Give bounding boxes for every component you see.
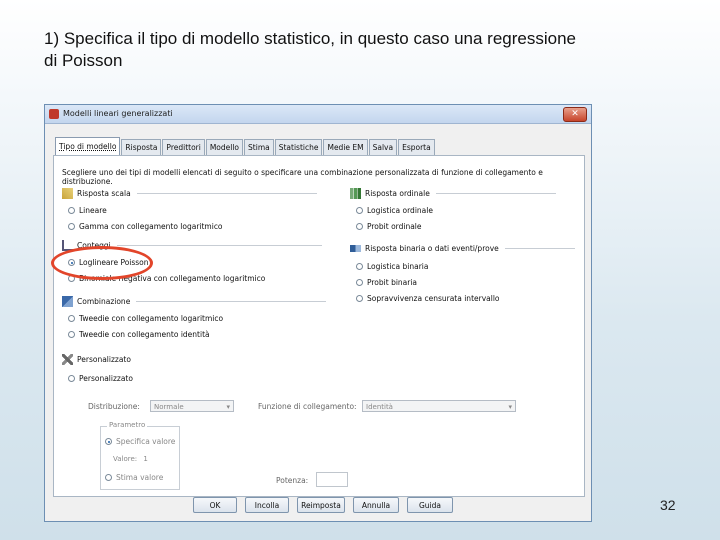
distribuzione-value: Normale <box>154 403 184 411</box>
tab-predittori[interactable]: Predittori <box>162 139 205 156</box>
radio-button[interactable] <box>356 207 363 214</box>
valore-row: Valore: 1 <box>113 455 148 463</box>
poisson-highlight-circle <box>51 246 153 280</box>
distribuzione-select[interactable]: Normale ▾ <box>150 400 234 412</box>
tab-esporta[interactable]: Esporta <box>398 139 435 156</box>
radio-label: Sopravvivenza censurata intervallo <box>367 294 500 303</box>
radio-button[interactable] <box>68 223 75 230</box>
radio-label: Probit ordinale <box>367 222 422 231</box>
intro-text: Scegliere uno dei tipi di modelli elenca… <box>62 168 543 186</box>
radio-label: Probit binaria <box>367 278 418 287</box>
slide-title: 1) Specifica il tipo di modello statisti… <box>44 28 684 72</box>
divider <box>435 193 556 194</box>
dialog-buttons: OK Incolla Reimposta Annulla Guida <box>193 497 461 513</box>
section-personalizzato: Personalizzato <box>62 354 131 365</box>
section-title: Personalizzato <box>77 355 131 364</box>
radio-button[interactable] <box>356 279 363 286</box>
radio-label: Tweedie con collegamento logaritmico <box>79 314 224 323</box>
radio-label: Logistica ordinale <box>367 206 433 215</box>
tab-risposta[interactable]: Risposta <box>121 139 162 156</box>
section-title: Combinazione <box>77 297 131 306</box>
potenza-label: Potenza: <box>276 476 309 485</box>
funzione-value: Identità <box>366 403 393 411</box>
radio-stima-valore[interactable]: Stima valore <box>105 473 163 482</box>
binary-icon <box>350 245 361 252</box>
tab-panel: Scegliere uno dei tipi di modelli elenca… <box>53 155 585 497</box>
radio-button[interactable] <box>356 263 363 270</box>
section-title: Risposta ordinale <box>365 189 430 198</box>
ordinal-chart-icon <box>350 188 361 199</box>
ok-button[interactable]: OK <box>193 497 237 513</box>
radio-button[interactable] <box>356 295 363 302</box>
radio-tweedie-identita[interactable]: Tweedie con collegamento identità <box>68 330 210 339</box>
section-risposta-ordinale: Risposta ordinale <box>350 188 556 199</box>
divider <box>116 245 322 246</box>
radio-personalizzato[interactable]: Personalizzato <box>68 374 133 383</box>
radio-probit-ordinale[interactable]: Probit ordinale <box>356 222 422 231</box>
radio-button[interactable] <box>68 315 75 322</box>
chevron-down-icon: ▾ <box>226 403 230 411</box>
radio-button[interactable] <box>105 474 112 481</box>
parametro-group: Parametro Specifica valore Valore: 1 Sti… <box>100 421 180 490</box>
radio-label: Gamma con collegamento logaritmico <box>79 222 223 231</box>
dialog-title-bar[interactable]: Modelli lineari generalizzati ✕ <box>45 105 591 124</box>
slide-title-line-1: 1) Specifica il tipo di modello statisti… <box>44 29 577 48</box>
radio-tweedie-log[interactable]: Tweedie con collegamento logaritmico <box>68 314 223 323</box>
radio-label: Tweedie con collegamento identità <box>79 330 210 339</box>
section-title: Risposta scala <box>77 189 131 198</box>
app-icon <box>49 109 59 119</box>
tab-medie-em[interactable]: Medie EM <box>323 139 368 156</box>
radio-label: Specifica valore <box>116 437 176 446</box>
distribuzione-label: Distribuzione: <box>88 402 140 411</box>
slide-title-line-2: di Poisson <box>44 51 123 70</box>
close-button[interactable]: ✕ <box>563 107 587 122</box>
section-risposta-scala: Risposta scala <box>62 188 317 199</box>
annulla-button[interactable]: Annulla <box>353 497 399 513</box>
section-combinazione: Combinazione <box>62 296 327 307</box>
divider <box>136 301 327 302</box>
radio-logistica-binaria[interactable]: Logistica binaria <box>356 262 428 271</box>
divider <box>136 193 317 194</box>
valore-value[interactable]: 1 <box>143 455 147 463</box>
ruler-icon <box>62 188 73 199</box>
reimposta-button[interactable]: Reimposta <box>297 497 345 513</box>
tab-modello[interactable]: Modello <box>205 139 244 156</box>
chevron-down-icon: ▾ <box>508 403 512 411</box>
section-risposta-binaria: Risposta binaria o dati eventi/prove <box>350 244 575 253</box>
radio-label: Lineare <box>79 206 107 215</box>
radio-sopravvivenza[interactable]: Sopravvivenza censurata intervallo <box>356 294 500 303</box>
section-title: Risposta binaria o dati eventi/prove <box>365 244 499 253</box>
guida-button[interactable]: Guida <box>407 497 453 513</box>
radio-button[interactable] <box>356 223 363 230</box>
tab-salva[interactable]: Salva <box>368 139 398 156</box>
parametro-legend: Parametro <box>107 421 148 429</box>
divider <box>504 248 575 249</box>
valore-label: Valore: <box>113 455 138 463</box>
tools-icon <box>62 354 73 365</box>
tab-tipo-di-modello[interactable]: Tipo di modello <box>55 137 121 156</box>
radio-label: Logistica binaria <box>367 262 429 271</box>
radio-specifica-valore[interactable]: Specifica valore <box>105 437 175 446</box>
tab-bar: Tipo di modello Risposta Predittori Mode… <box>55 137 436 156</box>
tab-statistiche[interactable]: Statistiche <box>274 139 323 156</box>
radio-lineare[interactable]: Lineare <box>68 206 107 215</box>
radio-probit-binaria[interactable]: Probit binaria <box>356 278 417 287</box>
dialog-title: Modelli lineari generalizzati <box>63 109 173 118</box>
combination-icon <box>62 296 73 307</box>
radio-button[interactable] <box>68 207 75 214</box>
radio-label: Stima valore <box>116 473 164 482</box>
radio-button[interactable] <box>105 438 112 445</box>
radio-button[interactable] <box>68 331 75 338</box>
radio-logistica-ordinale[interactable]: Logistica ordinale <box>356 206 433 215</box>
radio-button[interactable] <box>68 375 75 382</box>
funzione-label: Funzione di collegamento: <box>258 402 357 411</box>
incolla-button[interactable]: Incolla <box>245 497 289 513</box>
potenza-input[interactable] <box>316 472 348 487</box>
funzione-select[interactable]: Identità ▾ <box>362 400 516 412</box>
radio-gamma[interactable]: Gamma con collegamento logaritmico <box>68 222 223 231</box>
glm-dialog: Modelli lineari generalizzati ✕ Tipo di … <box>44 104 592 522</box>
page-number: 32 <box>660 497 676 513</box>
tab-stima[interactable]: Stima <box>244 139 274 156</box>
radio-label: Personalizzato <box>79 374 133 383</box>
